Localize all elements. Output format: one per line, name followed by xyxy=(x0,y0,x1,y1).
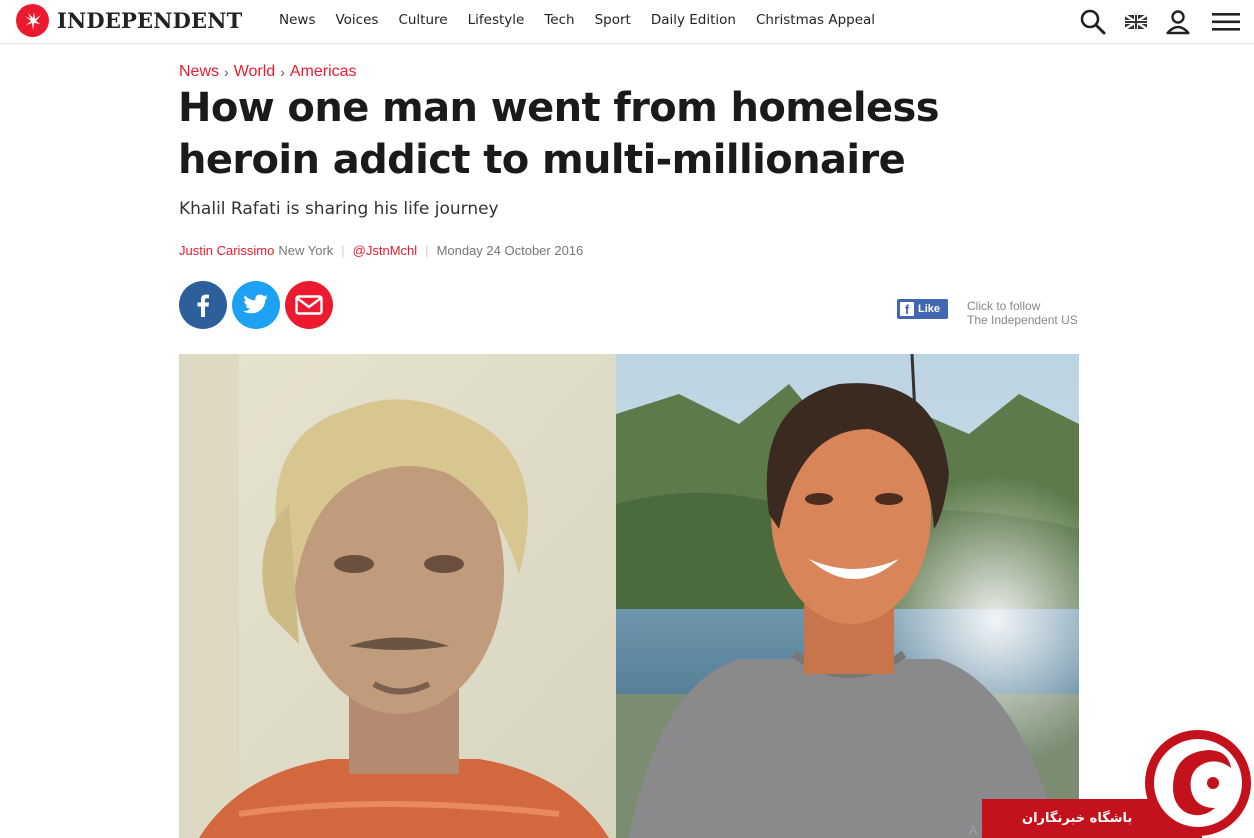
uk-flag-icon[interactable] xyxy=(1121,7,1151,37)
site-logo[interactable]: INDEPENDENT xyxy=(16,4,242,37)
byline-divider: | xyxy=(341,243,345,258)
article-byline: Justin Carissimo New York | @JstnMchl | … xyxy=(179,243,583,258)
nav-item-christmas-appeal[interactable]: Christmas Appeal xyxy=(756,11,875,29)
facebook-f-icon: f xyxy=(900,302,914,317)
nav-item-tech[interactable]: Tech xyxy=(544,11,574,29)
watermark-text: باشگاه خبرنگاران xyxy=(1022,811,1133,826)
like-label: Like xyxy=(918,303,941,315)
facebook-like-button[interactable]: f Like xyxy=(897,299,948,319)
nav-item-voices[interactable]: Voices xyxy=(335,11,378,29)
breadcrumb-news[interactable]: News xyxy=(179,63,219,81)
article-standfirst: Khalil Rafati is sharing his life journe… xyxy=(179,199,499,219)
article-hero-image: A xyxy=(179,354,1079,838)
main-nav: News Voices Culture Lifestyle Tech Sport… xyxy=(279,11,895,29)
before-photo xyxy=(179,354,616,838)
twitter-icon xyxy=(243,294,268,314)
breadcrumb-separator-icon: › xyxy=(224,64,229,80)
author-link[interactable]: Justin Carissimo xyxy=(179,243,274,258)
author-twitter-link[interactable]: @JstnMchl xyxy=(353,243,418,258)
share-email-button[interactable] xyxy=(285,281,333,329)
photo-credit-mark: A xyxy=(969,823,977,837)
share-facebook-button[interactable] xyxy=(179,281,227,329)
follow-line-2: The Independent US xyxy=(967,313,1078,327)
nav-item-lifestyle[interactable]: Lifestyle xyxy=(468,11,525,29)
breadcrumb: News › World › Americas xyxy=(179,63,357,81)
eagle-logo-icon xyxy=(16,4,49,37)
menu-icon[interactable] xyxy=(1211,7,1241,37)
nav-item-sport[interactable]: Sport xyxy=(595,11,631,29)
search-icon[interactable] xyxy=(1078,7,1108,37)
email-icon xyxy=(295,295,323,315)
site-logo-text: INDEPENDENT xyxy=(57,8,243,33)
after-photo: A xyxy=(616,354,1079,838)
breadcrumb-americas[interactable]: Americas xyxy=(290,63,357,81)
follow-line-1: Click to follow xyxy=(967,299,1041,313)
share-twitter-button[interactable] xyxy=(232,281,280,329)
site-header: INDEPENDENT News Voices Culture Lifestyl… xyxy=(0,0,1254,44)
nav-item-daily-edition[interactable]: Daily Edition xyxy=(651,11,736,29)
watermark-logo-icon xyxy=(1145,730,1251,836)
user-icon[interactable] xyxy=(1163,7,1193,37)
share-buttons xyxy=(179,281,338,329)
follow-prompt[interactable]: Click to follow The Independent US xyxy=(967,299,1078,327)
nav-item-culture[interactable]: Culture xyxy=(398,11,447,29)
breadcrumb-world[interactable]: World xyxy=(234,63,276,81)
breadcrumb-separator-icon: › xyxy=(280,64,285,80)
byline-divider: | xyxy=(425,243,429,258)
author-location: New York xyxy=(278,243,334,258)
article-date: Monday 24 October 2016 xyxy=(436,243,584,258)
nav-item-news[interactable]: News xyxy=(279,11,315,29)
article-headline: How one man went from homeless heroin ad… xyxy=(178,85,940,183)
facebook-icon xyxy=(197,294,209,317)
